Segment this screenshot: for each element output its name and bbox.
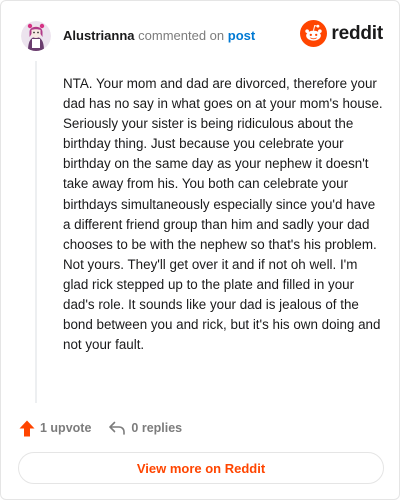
upvote-arrow-icon xyxy=(19,420,35,436)
upvote-count: 1 upvote xyxy=(40,421,92,435)
reply-count: 0 replies xyxy=(131,421,183,435)
reddit-snoo-icon xyxy=(300,20,328,47)
reply-arrow-icon xyxy=(109,421,126,435)
reddit-wordmark: reddit xyxy=(331,22,383,44)
upvote-button[interactable]: 1 upvote xyxy=(19,420,91,437)
thread-line xyxy=(35,61,37,403)
replies-button[interactable]: 0 replies xyxy=(108,420,182,436)
avatar-image xyxy=(21,21,51,51)
view-more-button[interactable]: View more on Reddit xyxy=(18,452,384,484)
comment-byline: Alustrianna commented on post xyxy=(63,28,255,44)
avatar[interactable] xyxy=(21,21,51,51)
author-name[interactable]: Alustrianna xyxy=(63,28,135,43)
comment-body: NTA. Your mom and dad are divorced, ther… xyxy=(63,76,383,353)
reddit-brand[interactable]: reddit xyxy=(300,20,383,47)
commented-on-text: commented on xyxy=(138,28,225,43)
post-link[interactable]: post xyxy=(228,28,255,43)
embedded-comment-card: Alustrianna commented on post reddit NTA… xyxy=(0,0,400,500)
comment-actions: 1 upvote 0 replies xyxy=(19,417,199,439)
